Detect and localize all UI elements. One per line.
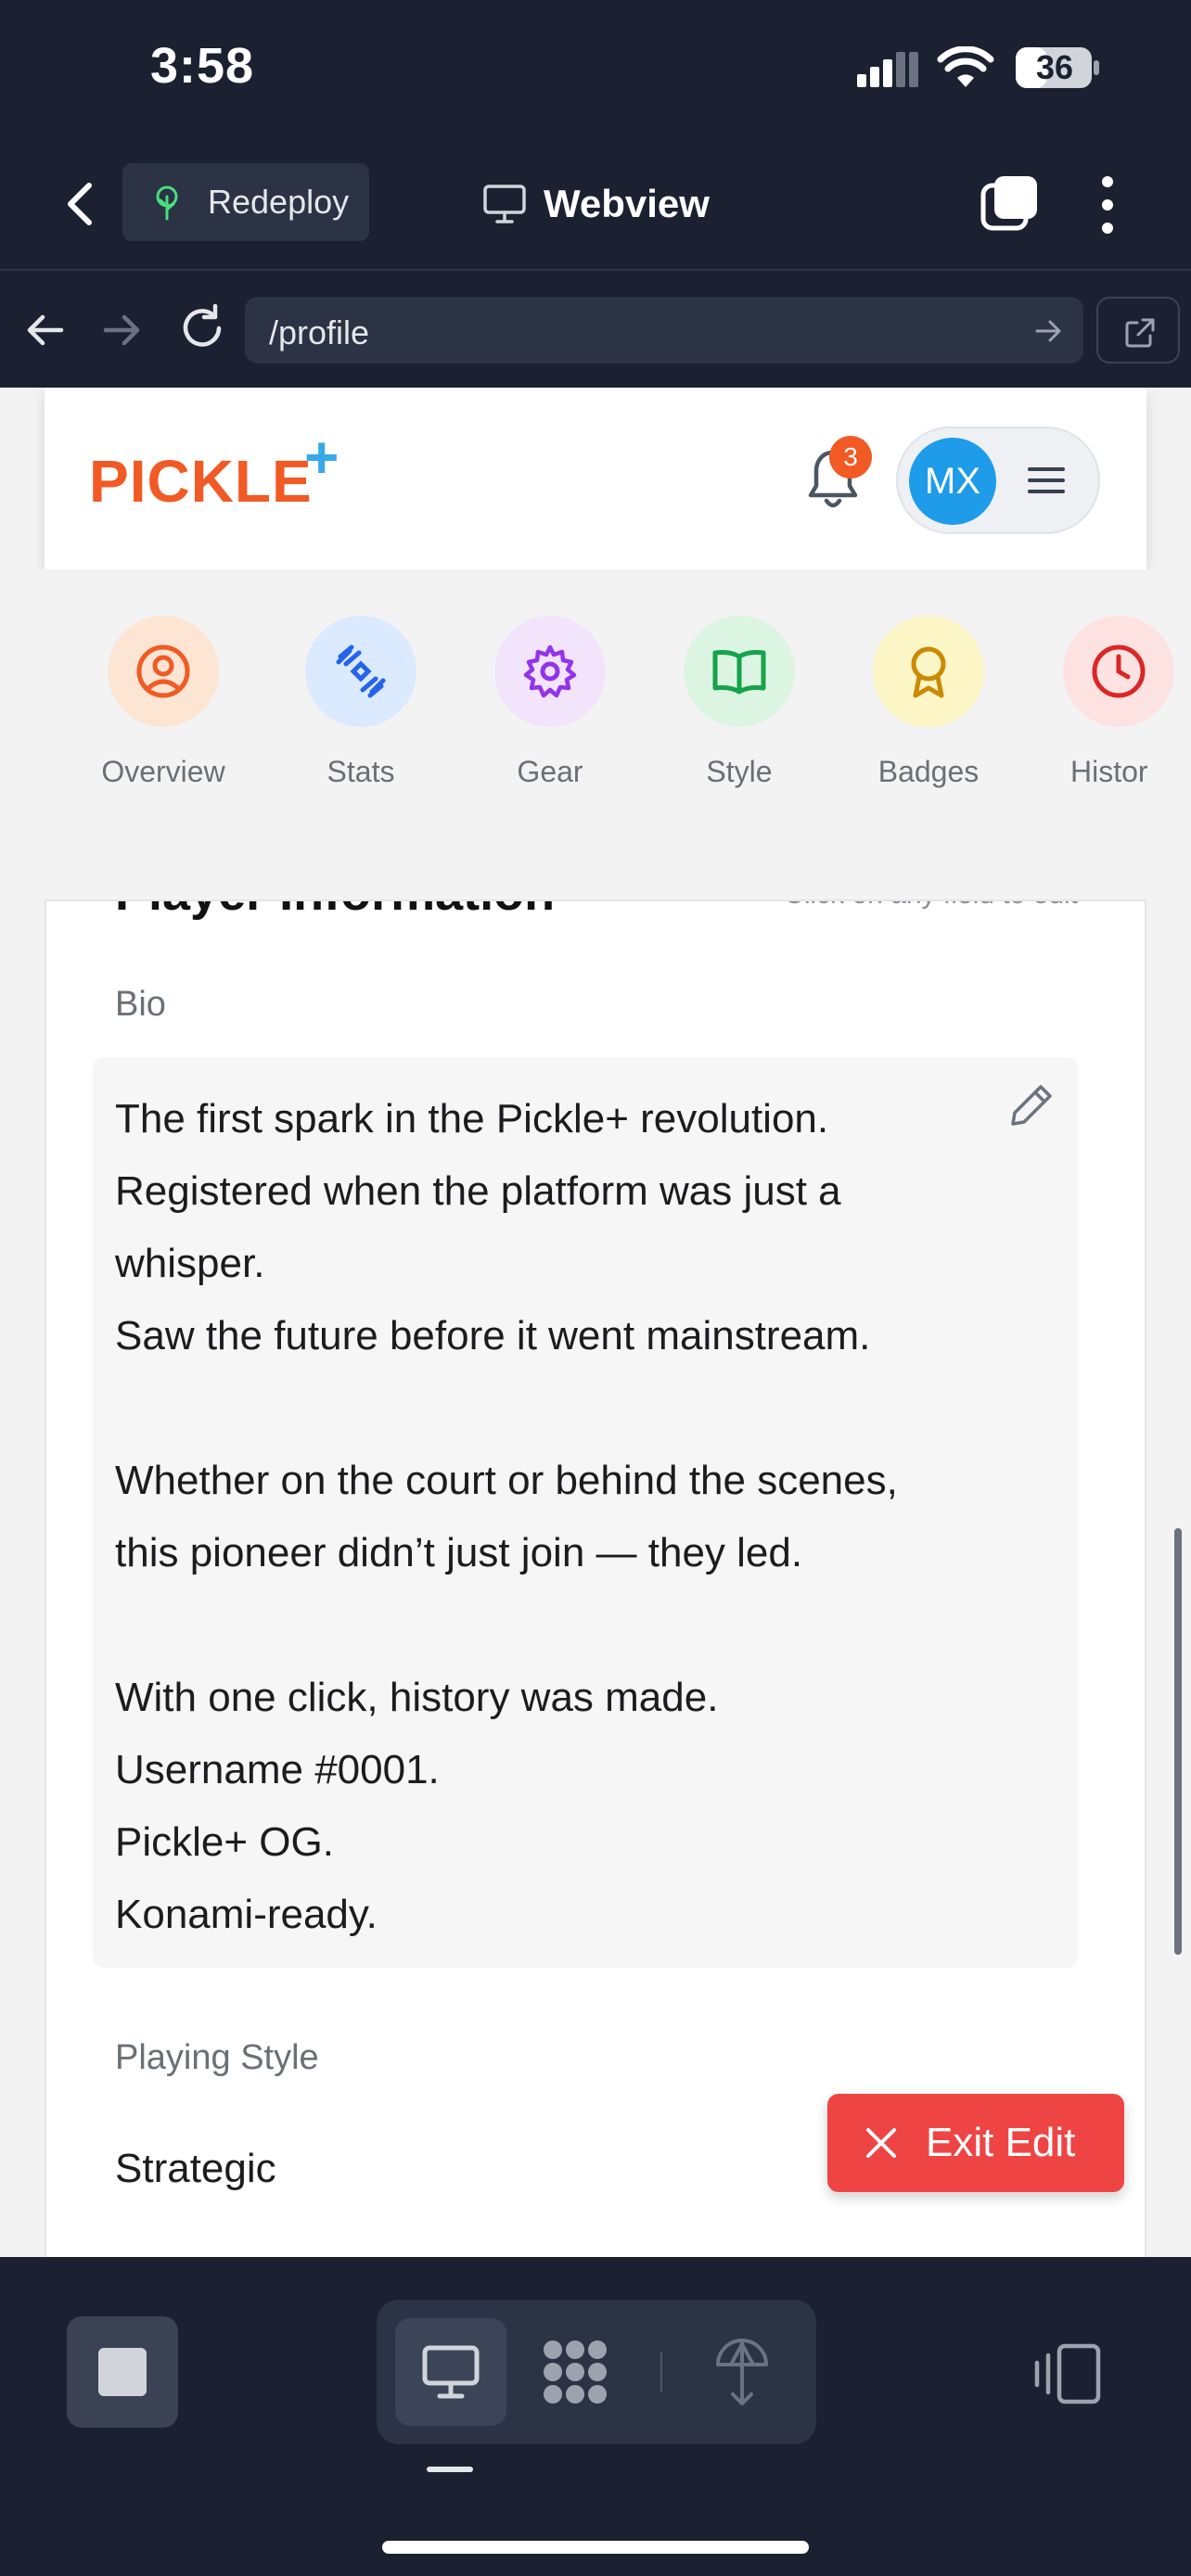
award-icon [911, 646, 946, 698]
app-bar: Redeploy Webview [0, 139, 1191, 271]
grid-apps-icon[interactable] [540, 2337, 610, 2407]
nav-back-icon[interactable] [20, 306, 69, 354]
dumbbell-icon [336, 644, 386, 698]
overview-tab-icon-bg [108, 616, 219, 727]
tab-stats[interactable]: Stats [277, 616, 444, 789]
webview-title: Webview [482, 174, 710, 234]
card-title: Player Information [115, 899, 555, 922]
pencil-icon[interactable] [1009, 1081, 1056, 1128]
stop-icon [98, 2348, 147, 2396]
browser-bar: /profile [0, 271, 1191, 388]
battery-level: 36 [1035, 48, 1074, 86]
tab-label-style: Style [706, 755, 773, 788]
redeploy-button[interactable]: Redeploy [122, 163, 369, 241]
site-header: PICKLE + 3 MX [45, 388, 1146, 569]
nav-forward-icon[interactable] [98, 306, 147, 354]
scrollbar[interactable] [1174, 1528, 1182, 1955]
exit-edit-label: Exit Edit [926, 2120, 1076, 2165]
monitor-icon [422, 2345, 480, 2399]
playing-style-label: Playing Style [115, 2038, 319, 2077]
status-time: 3:58 [150, 38, 255, 94]
tab-label-gear: Gear [517, 755, 583, 788]
bio-label: Bio [115, 985, 166, 1024]
avatar: MX [909, 438, 996, 525]
card-divider [46, 899, 1145, 901]
webview-label: Webview [544, 182, 710, 225]
history-tab-icon-bg [1063, 616, 1174, 727]
hamburger-menu-icon [1028, 467, 1065, 493]
user-circle-icon [136, 644, 190, 698]
book-icon [712, 650, 766, 695]
user-menu-button[interactable]: MX [896, 427, 1100, 534]
exit-edit-button[interactable]: Exit Edit [827, 2094, 1124, 2192]
deploy-icon[interactable] [712, 2337, 772, 2407]
open-external-button[interactable] [1096, 297, 1180, 363]
tab-badges[interactable]: Badges [845, 616, 1012, 789]
active-mode-indicator [427, 2467, 473, 2472]
close-icon [866, 2128, 896, 2158]
bio-text[interactable]: The first spark in the Pickle+ revolutio… [115, 1083, 1005, 1951]
profile-tabs: Overview Stats Gear Style Badges Histor [0, 569, 1191, 894]
url-text: /profile [269, 313, 370, 351]
go-arrow-icon[interactable] [1033, 317, 1063, 345]
tab-gear[interactable]: Gear [467, 616, 634, 789]
badges-tab-icon-bg [873, 616, 984, 727]
player-information-card: Player Information Click on any field to… [45, 899, 1146, 2257]
clock-icon [1092, 644, 1146, 698]
status-bar: 3:58 36 [0, 0, 1191, 139]
home-indicator [382, 2541, 809, 2554]
tab-history[interactable]: Histor [1033, 616, 1191, 789]
mode-divider [660, 2352, 662, 2392]
device-rotate-icon[interactable] [1033, 2340, 1102, 2407]
site-logo-plus: + [304, 424, 339, 491]
notification-badge: 3 [829, 436, 872, 478]
monitor-icon [483, 185, 526, 223]
tabs-icon[interactable] [980, 172, 1041, 234]
gear-icon [523, 644, 577, 698]
reload-icon[interactable] [176, 302, 228, 354]
webview-content: PICKLE + 3 MX Overview Stats Gear Style … [0, 388, 1191, 2257]
tab-overview[interactable]: Overview [80, 616, 247, 789]
playing-style-value[interactable]: Strategic [115, 2146, 276, 2192]
style-tab-icon-bg [684, 616, 795, 727]
view-mode-switcher [377, 2300, 816, 2444]
tab-label-history: Histor [1070, 755, 1148, 788]
stats-tab-icon-bg [305, 616, 416, 727]
tab-style[interactable]: Style [656, 616, 823, 789]
bio-field[interactable]: The first spark in the Pickle+ revolutio… [93, 1057, 1078, 1968]
cellular-signal-icon [857, 52, 918, 87]
tab-label-overview: Overview [101, 755, 225, 788]
stop-button[interactable] [67, 2316, 178, 2428]
gear-tab-icon-bg [494, 616, 606, 727]
url-field[interactable]: /profile [245, 297, 1083, 363]
desktop-mode-button[interactable] [395, 2318, 506, 2426]
more-icon[interactable] [1085, 172, 1130, 237]
wifi-icon [937, 46, 994, 87]
bottom-toolbar [0, 2257, 1191, 2576]
redeploy-label: Redeploy [208, 183, 350, 221]
tree-icon [156, 185, 178, 221]
site-logo[interactable]: PICKLE [89, 447, 313, 516]
back-icon[interactable] [54, 176, 109, 232]
tab-label-stats: Stats [327, 755, 395, 788]
tab-label-badges: Badges [877, 755, 980, 788]
external-link-icon [1125, 318, 1155, 348]
